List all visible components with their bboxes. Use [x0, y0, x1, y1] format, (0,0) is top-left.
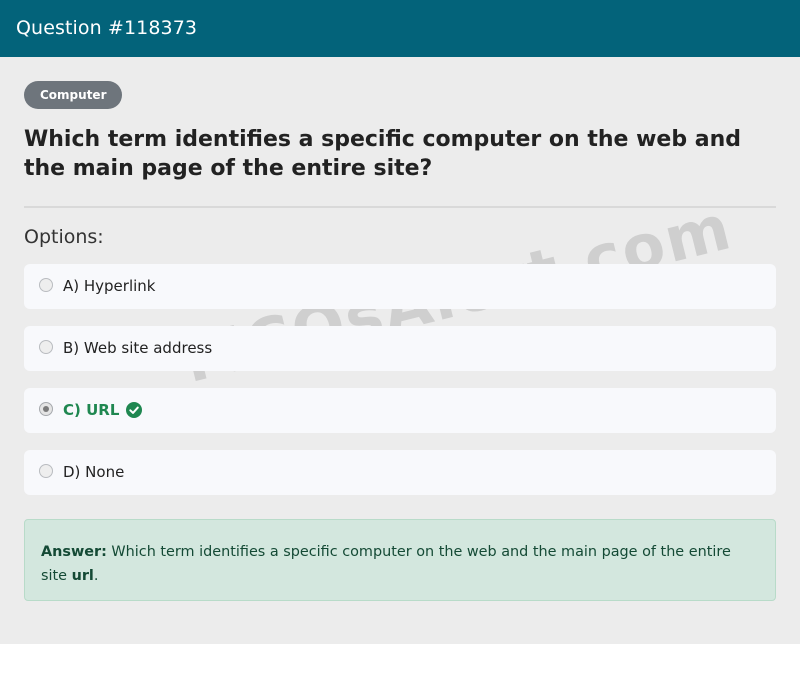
option-b[interactable]: B) Web site address [24, 326, 776, 371]
question-text: Which term identifies a specific compute… [24, 127, 742, 181]
check-circle-icon [126, 402, 142, 418]
radio-button[interactable] [39, 278, 53, 292]
answer-value: url [71, 568, 94, 584]
answer-suffix: . [93, 568, 99, 584]
question-card: Question #118373 Computer Which term ide… [0, 0, 800, 644]
question-number-title: Question #118373 [16, 17, 198, 39]
answer-prefix: Answer: [41, 544, 107, 560]
option-label: C) URL [63, 401, 120, 419]
answer-box: Answer: Which term identifies a specific… [24, 519, 776, 601]
option-c[interactable]: C) URL [24, 388, 776, 433]
option-label: B) Web site address [63, 339, 213, 357]
answer-text: Which term identifies a specific compute… [41, 544, 731, 584]
option-label: D) None [63, 463, 125, 481]
radio-button[interactable] [39, 464, 53, 478]
category-badge[interactable]: Computer [24, 81, 123, 109]
option-d[interactable]: D) None [24, 450, 776, 495]
divider [24, 206, 776, 208]
card-header: Question #118373 [0, 0, 800, 57]
option-label: A) Hyperlink [63, 277, 156, 295]
options-heading: Options: [24, 226, 104, 248]
option-a[interactable]: A) Hyperlink [24, 264, 776, 309]
radio-button[interactable] [39, 340, 53, 354]
radio-button-selected[interactable] [39, 402, 53, 416]
